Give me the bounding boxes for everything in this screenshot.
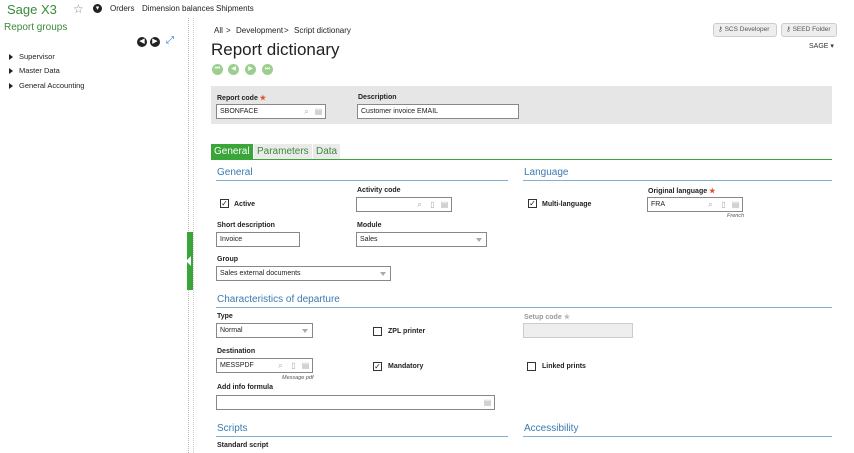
destination-label: Destination	[217, 348, 256, 355]
destination-hint: Message pdf	[282, 375, 314, 381]
linked-prints-label: Linked prints	[542, 363, 586, 370]
selection-icon[interactable]: ▤	[301, 361, 310, 370]
last-record-icon[interactable]: ⏭	[262, 64, 273, 75]
multi-language-checkbox[interactable]: ✓	[528, 199, 537, 208]
standard-script-label: Standard script	[217, 442, 269, 449]
activity-code-field[interactable]: ⌕ ▯ ▤	[356, 197, 452, 212]
first-record-icon[interactable]: ⏮	[212, 64, 223, 75]
active-checkbox[interactable]: ✓	[220, 199, 229, 208]
setup-code-label: Setup code ★	[524, 314, 570, 321]
section-general-title: General	[217, 167, 253, 178]
sidebar-item-supervisor[interactable]: Supervisor	[9, 52, 55, 61]
menu-shipments[interactable]: Shipments	[216, 4, 254, 13]
section-scripts-title: Scripts	[217, 423, 248, 434]
zpl-printer-label: ZPL printer	[388, 328, 426, 335]
add-info-formula-label: Add info formula	[217, 384, 273, 391]
short-description-label: Short description	[217, 222, 275, 229]
search-icon[interactable]: ⌕	[276, 361, 285, 370]
breadcrumb-all[interactable]: All	[214, 26, 223, 35]
sidebar-item-label: General Accounting	[19, 81, 85, 90]
group-select[interactable]: Sales external documents	[216, 266, 391, 281]
chevron-down-icon[interactable]: ▾	[93, 4, 102, 13]
star-icon[interactable]: ☆	[73, 2, 84, 16]
group-label: Group	[217, 256, 238, 263]
selection-icon[interactable]: ▤	[440, 200, 449, 209]
breadcrumb-development[interactable]: Development	[236, 26, 283, 35]
type-label: Type	[217, 313, 233, 320]
module-select[interactable]: Sales	[356, 232, 487, 247]
zpl-printer-checkbox[interactable]	[373, 327, 382, 336]
active-label: Active	[234, 201, 256, 208]
top-bar: Sage X3 ☆ ▾ Orders Dimension balances Sh…	[0, 0, 854, 20]
original-language-hint: French	[727, 213, 745, 219]
original-language-field[interactable]: FRA ⌕ ▯ ▤	[647, 197, 743, 212]
next-icon[interactable]: ▶	[150, 37, 160, 47]
expand-icon[interactable]: ⤢	[166, 35, 174, 46]
selection-icon[interactable]: ▤	[731, 200, 740, 209]
linked-prints-checkbox[interactable]	[527, 362, 536, 371]
menu-dimension-balances[interactable]: Dimension balances	[142, 4, 214, 13]
previous-record-icon[interactable]: ◀	[228, 64, 239, 75]
chevron-down-icon	[302, 329, 308, 333]
original-language-label: Original language ★	[648, 188, 716, 195]
selection-icon[interactable]: ▤	[483, 398, 492, 407]
module-label: Module	[357, 222, 382, 229]
folder-icon: ⚷	[786, 26, 793, 33]
page-title: Report dictionary	[211, 40, 340, 59]
description-field[interactable]: Customer invoice EMAIL	[357, 104, 519, 119]
search-icon[interactable]: ⌕	[706, 200, 715, 209]
search-icon[interactable]: ⌕	[415, 200, 424, 209]
tab-parameters[interactable]: Parameters	[254, 144, 312, 159]
selection-icon[interactable]: ▤	[314, 107, 323, 116]
section-departure-title: Characteristics of departure	[217, 294, 340, 305]
chevron-down-icon: ▾	[830, 43, 834, 50]
section-divider	[216, 180, 508, 181]
destination-field[interactable]: MESSPDF ⌕ ▯ ▤	[216, 358, 313, 373]
section-divider	[216, 307, 832, 308]
sidebar-item-label: Supervisor	[19, 52, 55, 61]
sidebar-title: Report groups	[4, 22, 68, 33]
next-record-icon[interactable]: ▶	[245, 64, 256, 75]
section-divider	[216, 436, 508, 437]
report-code-label: Report code ★	[217, 95, 267, 102]
tab-underline	[211, 159, 832, 160]
mandatory-checkbox[interactable]: ✓	[373, 362, 382, 371]
tab-general[interactable]: General	[211, 144, 253, 159]
setup-code-field[interactable]	[523, 323, 633, 338]
chevron-down-icon	[380, 272, 386, 276]
tab-data[interactable]: Data	[313, 144, 341, 159]
search-icon[interactable]: ⌕	[302, 107, 311, 116]
app-logo[interactable]: Sage X3	[7, 2, 57, 17]
multi-language-label: Multi-language	[542, 201, 592, 208]
panel-divider-inner	[193, 18, 194, 453]
section-accessibility-title: Accessibility	[524, 423, 579, 434]
sidebar-item-general-accounting[interactable]: General Accounting	[9, 81, 84, 90]
sidebar-item-label: Master Data	[19, 66, 60, 75]
section-divider	[523, 436, 832, 437]
prev-icon[interactable]: ◀	[137, 37, 147, 47]
report-code-field[interactable]: SBONFACE ⌕ ▤	[216, 104, 326, 119]
key-icon: ⚷	[718, 26, 725, 33]
description-label: Description	[358, 94, 397, 101]
activity-code-label: Activity code	[357, 187, 401, 194]
chevron-down-icon	[476, 238, 482, 242]
sidebar-item-master-data[interactable]: Master Data	[9, 66, 60, 75]
menu-orders[interactable]: Orders	[110, 4, 134, 13]
section-divider	[523, 180, 832, 181]
tunnel-icon[interactable]: ▯	[289, 361, 298, 370]
user-menu[interactable]: SAGE ▾	[809, 42, 834, 50]
tunnel-icon[interactable]: ▯	[719, 200, 728, 209]
section-language-title: Language	[524, 167, 569, 178]
folder-button[interactable]: ⚷ SEED Folder	[781, 23, 837, 37]
breadcrumb-script-dictionary[interactable]: Script dictionary	[294, 26, 351, 35]
panel-toggle-handle[interactable]	[186, 232, 193, 290]
type-select[interactable]: Normal	[216, 323, 313, 338]
add-info-formula-field[interactable]: ▤	[216, 395, 495, 410]
tunnel-icon[interactable]: ▯	[428, 200, 437, 209]
breadcrumb-separator: >	[284, 26, 289, 35]
breadcrumb-separator: >	[226, 26, 231, 35]
developer-button[interactable]: ⚷ SCS Developer	[713, 23, 777, 37]
mandatory-label: Mandatory	[388, 363, 424, 370]
short-description-field[interactable]: Invoice	[216, 232, 300, 247]
